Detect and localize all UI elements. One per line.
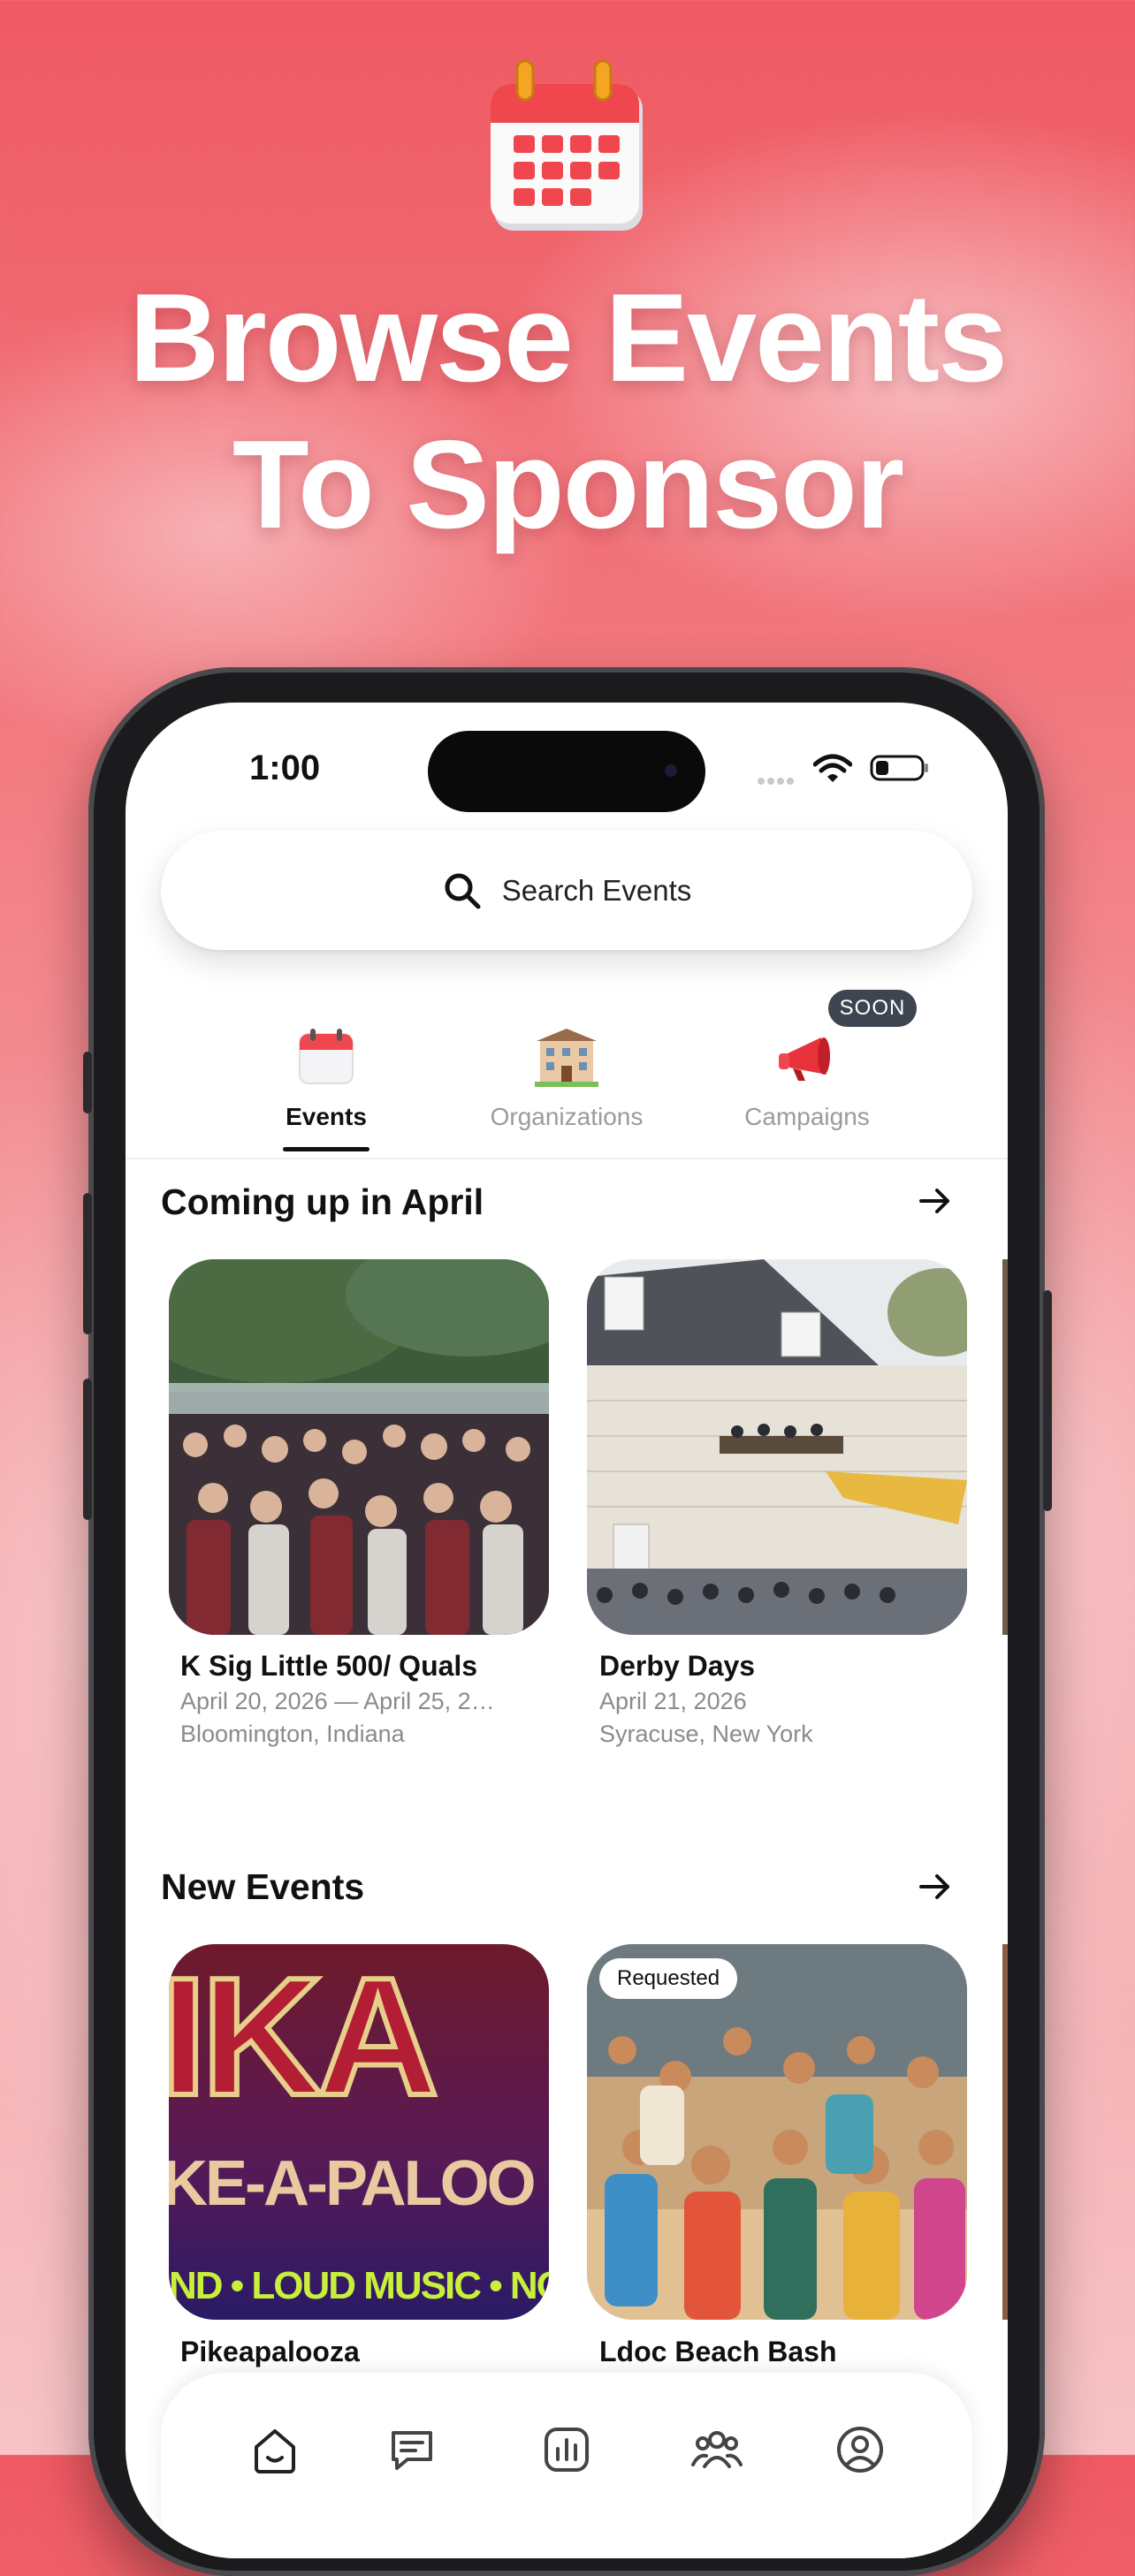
tab-events[interactable]: Events bbox=[220, 990, 432, 1158]
battery-icon bbox=[870, 755, 928, 781]
event-poster-pikeapalooza: IKA KE-A-PALOO ND • LOUD MUSIC • NO F bbox=[169, 1944, 549, 2320]
event-image-party-crowd bbox=[169, 1259, 549, 1635]
event-title: Derby Days bbox=[599, 1650, 756, 1682]
event-title: Ldoc Beach Bash bbox=[599, 2336, 837, 2367]
building-icon bbox=[535, 1029, 598, 1087]
analytics-icon[interactable] bbox=[541, 2424, 592, 2475]
search-placeholder: Search Events bbox=[501, 873, 692, 907]
arrow-right-icon[interactable] bbox=[916, 1867, 955, 1906]
event-image-house-crowd bbox=[587, 1259, 967, 1635]
search-bar[interactable]: Search Events bbox=[161, 831, 972, 950]
tab-campaigns[interactable]: SOON Campaigns bbox=[701, 990, 917, 1158]
bottom-navigation bbox=[161, 2373, 972, 2558]
event-image-beach-party bbox=[587, 1944, 967, 2320]
home-icon[interactable] bbox=[249, 2424, 301, 2475]
volume-down-button bbox=[83, 1379, 92, 1520]
app-screen: 1:00 Search Events Events Organizations … bbox=[126, 703, 1008, 2558]
search-icon bbox=[445, 873, 481, 908]
poster-subtitle: KE-A-PALOO bbox=[169, 2148, 537, 2219]
messages-icon[interactable] bbox=[386, 2424, 438, 2475]
event-location: Syracuse, New York bbox=[599, 1721, 813, 1747]
dynamic-island bbox=[428, 731, 705, 812]
soon-badge: SOON bbox=[828, 990, 917, 1027]
signal-icon bbox=[758, 773, 800, 785]
volume-up-button bbox=[83, 1193, 92, 1334]
arrow-right-icon[interactable] bbox=[916, 1182, 955, 1220]
requested-badge: Requested bbox=[599, 1958, 738, 1999]
next-card-peek bbox=[1002, 1944, 1008, 2320]
tab-events-label: Events bbox=[286, 1103, 367, 1130]
hero-title-line1: Browse Events bbox=[128, 268, 1008, 408]
active-tab-indicator bbox=[283, 1147, 369, 1151]
next-card-peek bbox=[1002, 1259, 1008, 1635]
category-tabs: Events Organizations SOON Campaigns bbox=[126, 990, 1008, 1158]
tab-organizations[interactable]: Organizations bbox=[461, 990, 673, 1158]
event-date: April 21, 2026 bbox=[599, 1688, 747, 1714]
hero-title: Browse Events To Sponsor bbox=[0, 265, 1135, 559]
power-button bbox=[1043, 1290, 1052, 1511]
people-icon[interactable] bbox=[691, 2424, 743, 2475]
calendar-icon bbox=[491, 59, 643, 231]
event-location: Bloomington, Indiana bbox=[180, 1721, 405, 1747]
hero-title-line2: To Sponsor bbox=[232, 414, 904, 555]
side-button bbox=[83, 1052, 92, 1113]
section-title-coming-up: Coming up in April bbox=[161, 1182, 484, 1222]
section-title-new-events: New Events bbox=[161, 1866, 365, 1907]
event-title: Pikeapalooza bbox=[180, 2336, 360, 2367]
poster-tagline: ND • LOUD MUSIC • NO F bbox=[169, 2264, 549, 2307]
tab-campaigns-label: Campaigns bbox=[744, 1103, 870, 1130]
megaphone-icon bbox=[779, 1037, 830, 1081]
event-title: K Sig Little 500/ Quals bbox=[180, 1650, 478, 1682]
wifi-icon bbox=[813, 754, 852, 782]
profile-icon[interactable] bbox=[834, 2424, 886, 2475]
tab-organizations-label: Organizations bbox=[490, 1103, 644, 1130]
poster-headline: IKA bbox=[169, 1944, 441, 2131]
status-time: 1:00 bbox=[249, 748, 321, 787]
calendar-icon bbox=[299, 1029, 354, 1084]
tabs-divider bbox=[126, 1158, 1008, 1159]
event-date: April 20, 2026 — April 25, 2… bbox=[180, 1688, 495, 1714]
